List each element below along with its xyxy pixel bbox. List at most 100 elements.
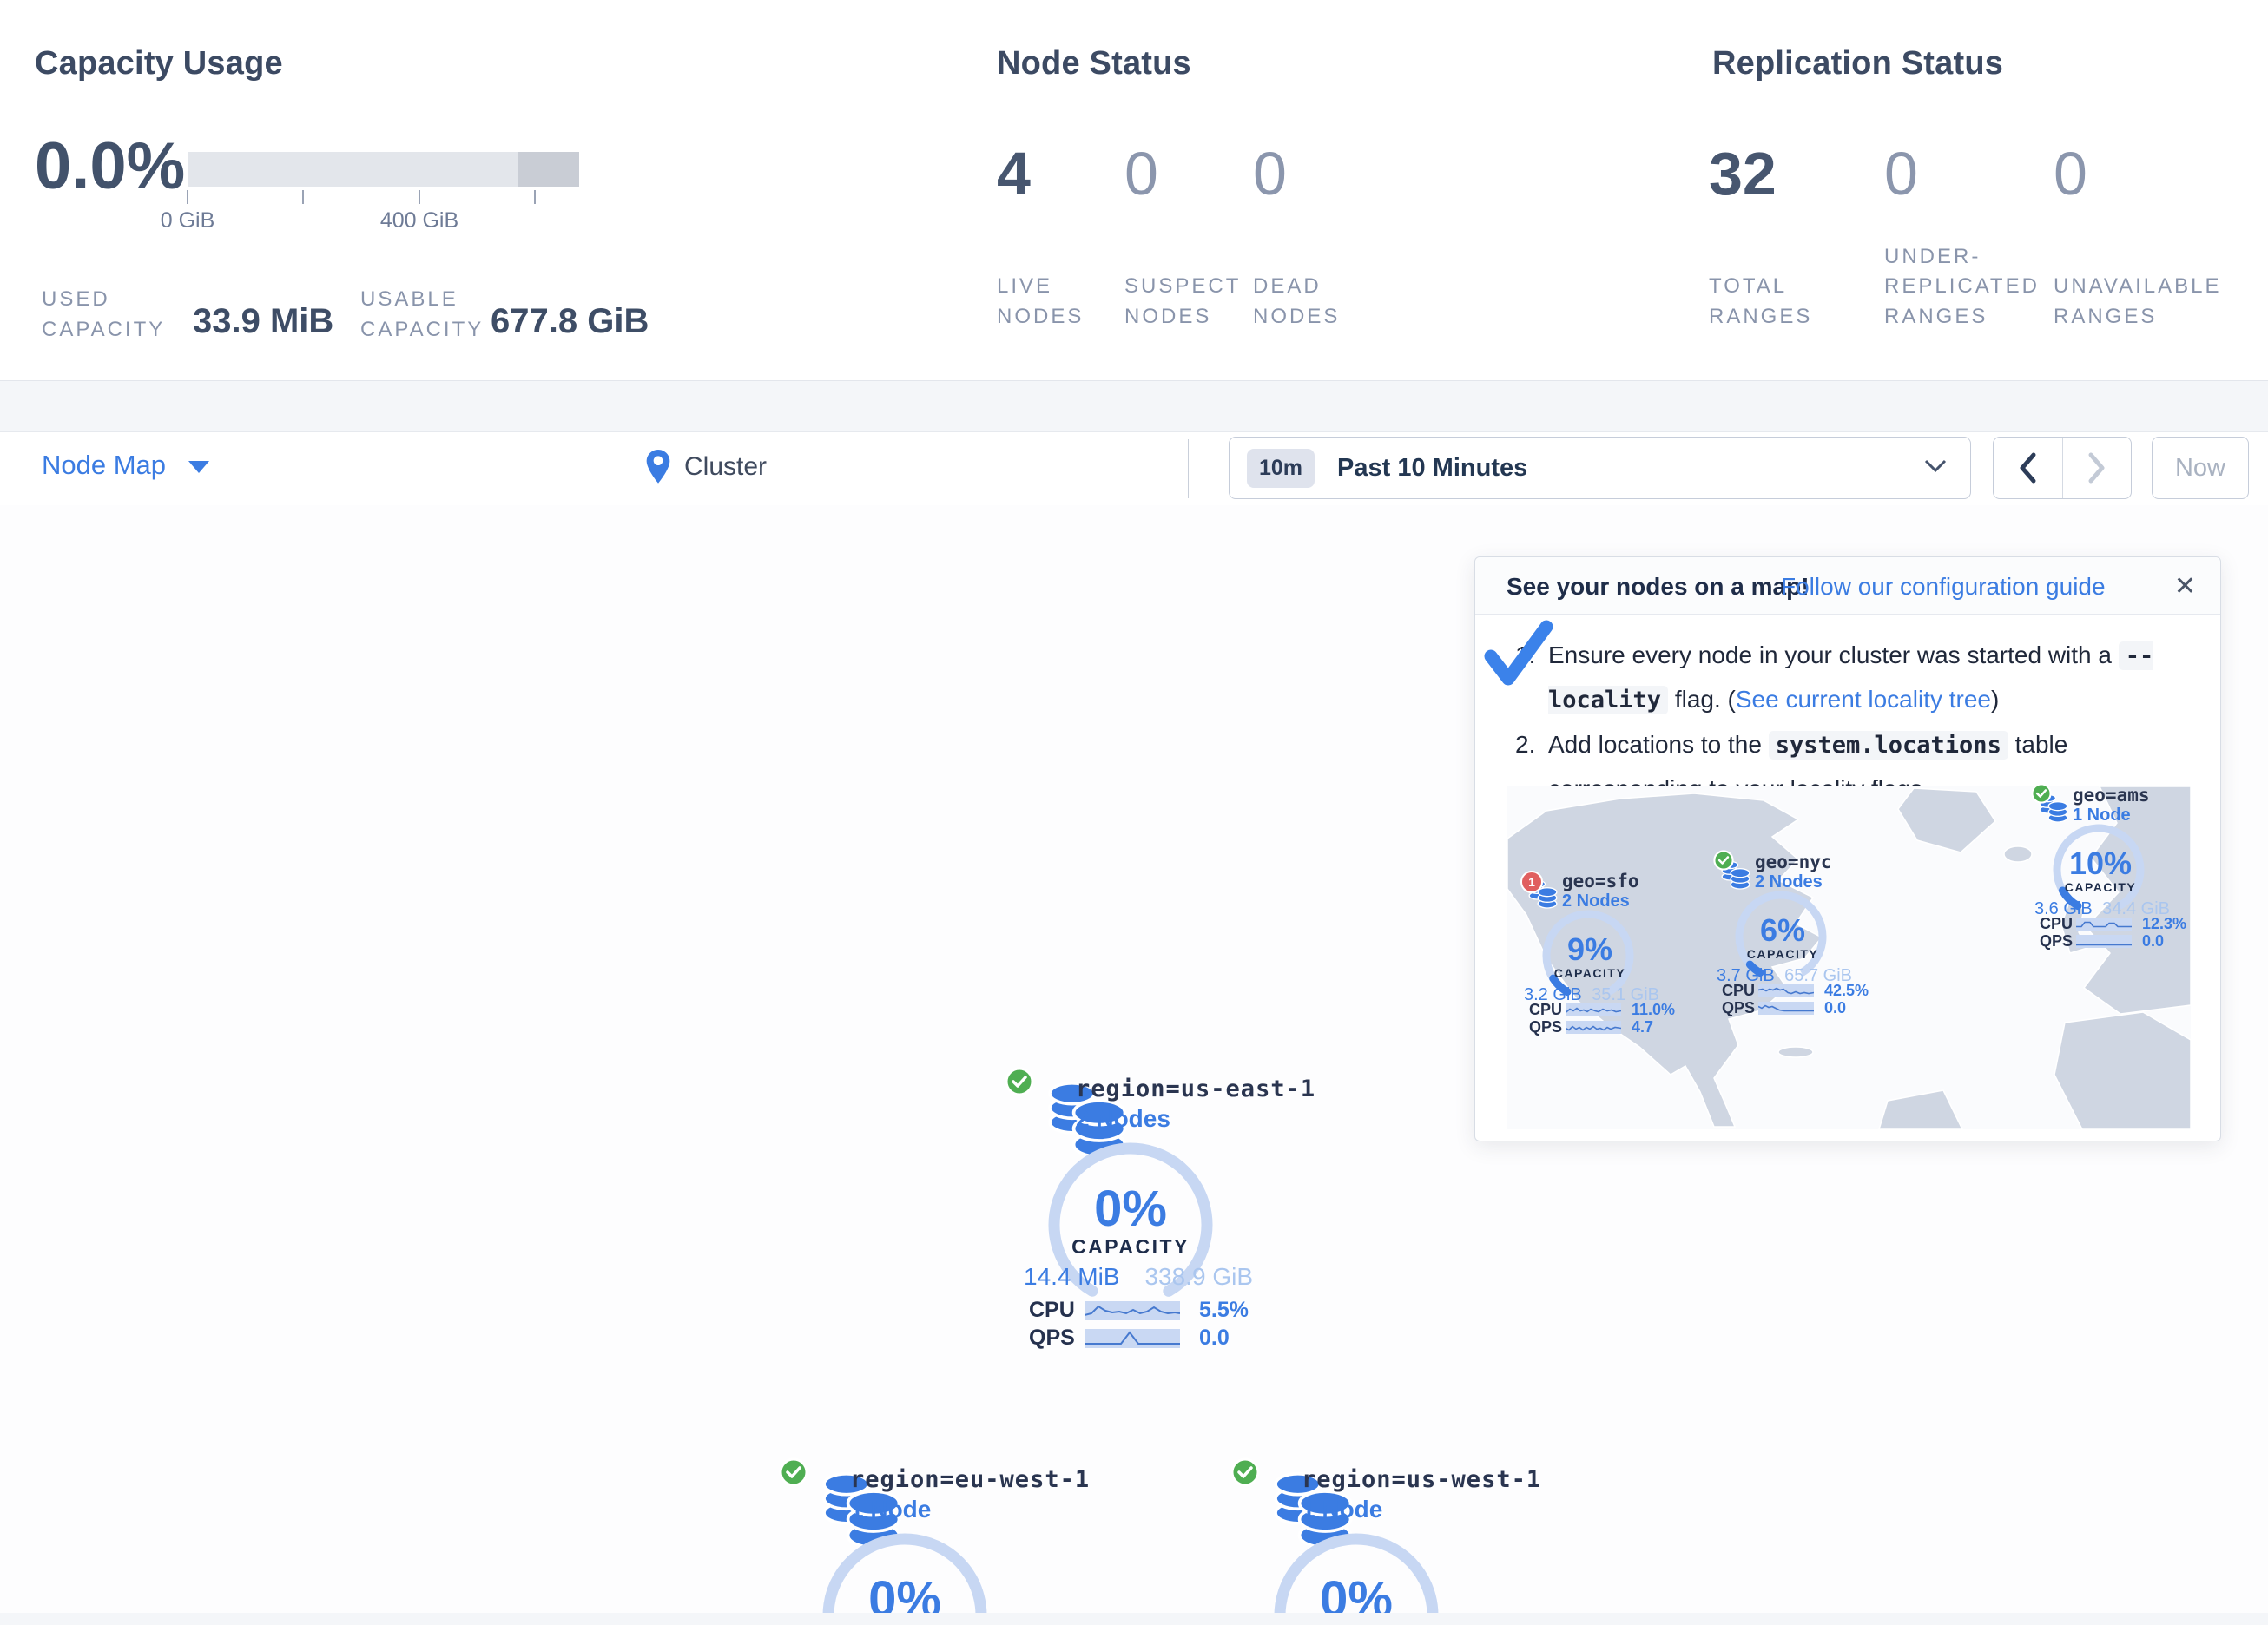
dead-nodes-value: 0 — [1253, 139, 1287, 208]
total-ranges-value: 32 — [1709, 139, 1777, 208]
time-prev-button[interactable] — [1994, 438, 2063, 498]
locality-node-count[interactable]: 1 Node — [850, 1496, 931, 1523]
cpu-label: CPU — [1529, 1001, 1564, 1019]
capacity-usage-bar — [188, 152, 579, 187]
locality-card-us-west-1[interactable]: region=us-west-1 1 Node 0% CAPACITY 9.6 … — [1229, 1456, 1489, 1625]
capacity-label: CAPACITY — [2047, 880, 2154, 894]
warning-count-badge: 1 — [1520, 871, 1543, 893]
cpu-value: 11.0% — [1632, 1001, 1675, 1019]
system-locations-code: system.locations — [1769, 731, 2008, 760]
popup-title: See your nodes on a map! — [1507, 573, 1810, 601]
used-capacity-value: 33.9 MiB — [193, 302, 333, 341]
healthy-check-badge — [1230, 1457, 1260, 1487]
node-map-page: Capacity Usage 0.0% 0 GiB 400 GiB USED C… — [0, 0, 2268, 1625]
map-config-popup: See your nodes on a map! Follow our conf… — [1474, 556, 2221, 1141]
configuration-guide-link[interactable]: Follow our configuration guide — [1781, 573, 2106, 601]
healthy-check-badge — [1713, 850, 1734, 871]
instruction-step-1: 1. Ensure every node in your cluster was… — [1515, 634, 2186, 721]
qps-sparkline — [1085, 1329, 1180, 1348]
cpu-label: CPU — [1029, 1298, 1081, 1323]
locality-title: region=eu-west-1 — [850, 1466, 1090, 1493]
step-text: Ensure every node in your cluster was st… — [1548, 634, 2186, 721]
cpu-sparkline — [1566, 1003, 1621, 1016]
total-capacity: 338.9 GiB — [1144, 1263, 1253, 1291]
cpu-label: CPU — [2040, 915, 2074, 933]
axis-tick — [302, 190, 304, 204]
chevron-left-icon — [2018, 452, 2037, 484]
cpu-sparkline — [1758, 984, 1814, 997]
live-nodes-value: 4 — [997, 139, 1031, 208]
capacity-usage-percent: 0.0% — [35, 128, 185, 204]
usable-capacity-value: 677.8 GiB — [491, 302, 649, 341]
capacity-label: CAPACITY — [1003, 1235, 1258, 1259]
cpu-value: 5.5% — [1199, 1298, 1249, 1323]
total-ranges-label: TOTAL RANGES — [1709, 272, 1830, 332]
qps-sparkline — [1758, 1002, 1814, 1015]
cpu-label: CPU — [1722, 982, 1757, 1000]
qps-sparkline — [1566, 1021, 1621, 1034]
locality-title: region=us-west-1 — [1302, 1466, 1541, 1493]
qps-label: QPS — [1722, 999, 1757, 1017]
qps-value: 0.0 — [2142, 932, 2164, 951]
chevron-down-icon — [188, 461, 209, 473]
map-node-geo-ams[interactable]: geo=ams 1 Node 10% CAPACITY 3.6 GiB 34.4… — [2029, 783, 2175, 948]
under-replicated-ranges-label: UNDER-REPLICATED RANGES — [1884, 242, 2045, 332]
locality-title: geo=nyc — [1755, 852, 1832, 872]
capacity-percent: 6% — [1729, 912, 1836, 949]
capacity-label: CAPACITY — [1536, 966, 1644, 980]
under-replicated-ranges-value: 0 — [1884, 139, 1918, 208]
replication-status-title: Replication Status — [1712, 45, 2003, 82]
now-button[interactable]: Now — [2152, 437, 2249, 499]
view-selector-dropdown[interactable]: Node Map — [42, 450, 209, 481]
locality-title: geo=sfo — [1562, 871, 1639, 891]
locality-tree-link[interactable]: See current locality tree — [1736, 686, 1991, 713]
popup-header: See your nodes on a map! Follow our conf… — [1475, 557, 2220, 615]
dead-nodes-label: DEAD NODES — [1253, 272, 1357, 332]
time-range-dropdown[interactable]: 10m Past 10 Minutes — [1229, 437, 1971, 499]
locality-node-count[interactable]: 2 Nodes — [1076, 1105, 1170, 1133]
time-next-button[interactable] — [2063, 438, 2132, 498]
suspect-nodes-label: SUSPECT NODES — [1124, 272, 1237, 332]
completed-check-icon — [1480, 618, 1557, 694]
axis-tick-label: 400 GiB — [380, 208, 458, 234]
cpu-sparkline — [1085, 1301, 1180, 1320]
capacity-percent: 0% — [1003, 1180, 1258, 1238]
used-capacity: 14.4 MiB — [1024, 1263, 1120, 1291]
qps-value: 0.0 — [1199, 1326, 1230, 1351]
qps-label: QPS — [1529, 1018, 1564, 1036]
locality-title: geo=ams — [2073, 785, 2150, 806]
suspect-nodes-value: 0 — [1124, 139, 1158, 208]
qps-value: 4.7 — [1632, 1018, 1653, 1036]
healthy-check-badge — [779, 1457, 808, 1487]
capacity-usage-title: Capacity Usage — [35, 45, 283, 82]
healthy-check-badge — [2031, 783, 2052, 804]
toolbar: Node Map Cluster 10m Past 10 Minutes Now — [0, 431, 2268, 506]
axis-tick — [419, 190, 420, 204]
breadcrumb-label: Cluster — [684, 452, 767, 482]
map-node-geo-nyc[interactable]: geo=nyc 2 Nodes 6% CAPACITY 3.7 GiB 65.7… — [1711, 850, 1857, 1015]
capacity-label: CAPACITY — [1729, 947, 1836, 961]
view-selector-label: Node Map — [42, 450, 166, 481]
qps-label: QPS — [2040, 932, 2074, 951]
locality-title: region=us-east-1 — [1076, 1076, 1315, 1102]
locality-card-us-east-1[interactable]: region=us-east-1 2 Nodes 0% CAPACITY 14.… — [1003, 1065, 1263, 1360]
locality-node-count[interactable]: 1 Node — [1302, 1496, 1382, 1523]
axis-tick — [534, 190, 536, 204]
page-footer-strip — [0, 1613, 2268, 1625]
chevron-right-icon — [2087, 452, 2106, 484]
cpu-value: 12.3% — [2142, 915, 2186, 933]
time-range-badge: 10m — [1247, 449, 1315, 488]
breadcrumb[interactable]: Cluster — [644, 448, 767, 486]
summary-bar: Capacity Usage 0.0% 0 GiB 400 GiB USED C… — [0, 0, 2268, 381]
cpu-sparkline — [2076, 918, 2132, 931]
capacity-usage-bar-reserved — [518, 152, 579, 187]
chevron-down-icon — [1923, 458, 1948, 478]
time-nav-arrows — [1993, 437, 2132, 499]
close-icon[interactable]: ✕ — [2174, 571, 2196, 602]
locality-card-eu-west-1[interactable]: region=eu-west-1 1 Node 0% CAPACITY 9.9 … — [777, 1456, 1038, 1625]
axis-tick — [187, 190, 188, 204]
cpu-value: 42.5% — [1824, 982, 1869, 1000]
qps-label: QPS — [1029, 1326, 1081, 1351]
capacity-percent: 10% — [2047, 845, 2154, 882]
map-node-geo-sfo[interactable]: 1 geo=sfo 2 Nodes 9% CAPACITY 3.2 GiB 35… — [1519, 869, 1665, 1034]
